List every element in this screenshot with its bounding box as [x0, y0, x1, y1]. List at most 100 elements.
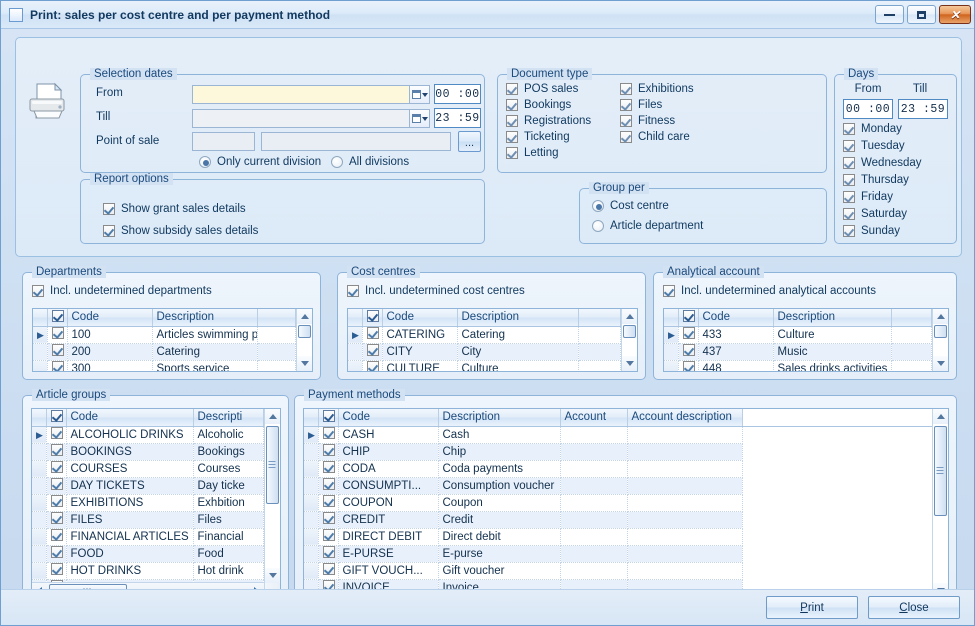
column-header-account-description[interactable]: Account description — [627, 409, 742, 426]
row-checkbox[interactable] — [46, 460, 66, 477]
table-row[interactable]: FINANCIAL ARTICLESFinancial — [32, 528, 264, 545]
table-row[interactable]: EXHIBITIONSExhbition — [32, 494, 264, 511]
point-of-sale-browse-button[interactable]: ... — [458, 131, 481, 152]
payment-methods-vertical-scrollbar[interactable] — [932, 409, 948, 598]
row-checkbox[interactable] — [318, 511, 338, 528]
scroll-thumb[interactable] — [298, 325, 311, 338]
analytical-account-vertical-scrollbar[interactable] — [932, 309, 948, 371]
scroll-track[interactable] — [933, 324, 949, 356]
checkbox-wednesday[interactable]: Wednesday — [843, 157, 922, 169]
scroll-thumb[interactable] — [934, 325, 947, 338]
row-checkbox[interactable] — [318, 460, 338, 477]
scroll-down-button[interactable] — [265, 568, 281, 583]
table-row[interactable]: ▶ CATERING Catering — [348, 326, 621, 343]
close-window-button[interactable]: ✕ — [939, 5, 971, 24]
days-from-time-field[interactable]: 00 :00 — [843, 99, 893, 119]
row-checkbox[interactable] — [678, 343, 698, 360]
row-checkbox[interactable] — [362, 326, 382, 343]
checkbox-tuesday[interactable]: Tuesday — [843, 140, 922, 152]
checkbox-show-grant-sales-details[interactable]: Show grant sales details — [103, 203, 246, 215]
table-row[interactable]: ▶ 100 Articles swimming pool — [33, 326, 296, 343]
row-checkbox[interactable] — [318, 562, 338, 579]
checkbox-thursday[interactable]: Thursday — [843, 174, 922, 186]
checkbox-child-care[interactable]: Child care — [620, 131, 694, 143]
close-button[interactable]: Close — [868, 596, 960, 619]
scroll-track[interactable] — [622, 324, 638, 356]
checkbox-registrations[interactable]: Registrations — [506, 115, 591, 127]
column-header-description[interactable]: Description — [438, 409, 560, 426]
print-button[interactable]: Print — [766, 596, 858, 619]
till-date-picker-button[interactable] — [410, 109, 430, 128]
checkbox-fitness[interactable]: Fitness — [620, 115, 694, 127]
row-checkbox[interactable] — [46, 443, 66, 460]
row-checkbox[interactable] — [46, 562, 66, 579]
row-checkbox[interactable] — [47, 326, 67, 343]
table-row[interactable]: CULTURE Culture — [348, 360, 621, 371]
scroll-up-button[interactable] — [622, 309, 638, 324]
scroll-down-button[interactable] — [933, 356, 949, 371]
select-all-header[interactable] — [46, 409, 66, 426]
point-of-sale-code-input[interactable] — [192, 132, 255, 151]
table-row[interactable]: 448 Sales drinks activities — [664, 360, 932, 371]
table-row[interactable]: 200 Catering — [33, 343, 296, 360]
scroll-down-button[interactable] — [622, 356, 638, 371]
select-all-header[interactable] — [362, 309, 382, 326]
scroll-track[interactable] — [297, 324, 313, 356]
table-row[interactable]: ▶ 433 Culture — [664, 326, 932, 343]
table-row[interactable]: CODACoda payments — [304, 460, 932, 477]
row-checkbox[interactable] — [678, 326, 698, 343]
checkbox-incl-undetermined-departments[interactable]: Incl. undetermined departments — [32, 285, 212, 297]
till-date-input[interactable] — [192, 109, 410, 128]
point-of-sale-name-input[interactable] — [261, 132, 451, 151]
row-checkbox[interactable] — [47, 360, 67, 371]
checkbox-sunday[interactable]: Sunday — [843, 225, 922, 237]
row-checkbox[interactable] — [46, 528, 66, 545]
row-checkbox[interactable] — [318, 494, 338, 511]
checkbox-incl-undetermined-analytical-accounts[interactable]: Incl. undetermined analytical accounts — [663, 285, 876, 297]
scroll-track[interactable] — [265, 424, 281, 568]
row-checkbox[interactable] — [318, 545, 338, 562]
row-checkbox[interactable] — [318, 443, 338, 460]
scroll-up-button[interactable] — [933, 409, 949, 424]
column-header-code[interactable]: Code — [698, 309, 773, 326]
cost-centres-grid[interactable]: Code Description ▶ CATERING Catering — [347, 308, 638, 372]
checkbox-letting[interactable]: Letting — [506, 147, 591, 159]
checkbox-bookings[interactable]: Bookings — [506, 99, 591, 111]
cost-centres-vertical-scrollbar[interactable] — [621, 309, 637, 371]
scroll-up-button[interactable] — [933, 309, 949, 324]
radio-all-divisions[interactable]: All divisions — [331, 156, 409, 168]
column-header-code[interactable]: Code — [382, 309, 457, 326]
radio-article-department[interactable]: Article department — [592, 220, 703, 232]
till-time-field[interactable]: 23 :59 — [434, 108, 481, 128]
checkbox-monday[interactable]: Monday — [843, 123, 922, 135]
column-header-code[interactable]: Code — [338, 409, 438, 426]
table-row[interactable]: CONSUMPTI...Consumption voucher — [304, 477, 932, 494]
table-row[interactable]: CREDITCredit — [304, 511, 932, 528]
row-checkbox[interactable] — [46, 511, 66, 528]
table-row[interactable]: FOODFood — [32, 545, 264, 562]
column-header-code[interactable]: Code — [67, 309, 152, 326]
from-date-input[interactable] — [192, 85, 410, 104]
days-till-time-field[interactable]: 23 :59 — [898, 99, 948, 119]
checkbox-show-subsidy-sales-details[interactable]: Show subsidy sales details — [103, 225, 258, 237]
checkbox-pos-sales[interactable]: POS sales — [506, 83, 591, 95]
departments-grid[interactable]: Code Description ▶ 100 Articles swimming… — [32, 308, 313, 372]
checkbox-files[interactable]: Files — [620, 99, 694, 111]
row-checkbox[interactable] — [362, 343, 382, 360]
radio-only-current-division[interactable]: Only current division — [199, 156, 321, 168]
row-checkbox[interactable] — [318, 426, 338, 443]
checkbox-saturday[interactable]: Saturday — [843, 208, 922, 220]
table-row[interactable]: E-PURSEE-purse — [304, 545, 932, 562]
article-groups-grid[interactable]: Code Descripti ▶ALCOHOLIC DRINKSAlcoholi… — [31, 408, 281, 599]
table-row[interactable]: BOOKINGSBookings — [32, 443, 264, 460]
scroll-thumb[interactable] — [934, 426, 947, 516]
table-row[interactable]: DAY TICKETSDay ticke — [32, 477, 264, 494]
select-all-header[interactable] — [678, 309, 698, 326]
select-all-header[interactable] — [47, 309, 67, 326]
table-row[interactable]: COUPONCoupon — [304, 494, 932, 511]
column-header-description[interactable]: Descripti — [193, 409, 264, 426]
scroll-thumb[interactable] — [623, 325, 636, 338]
table-row[interactable]: COURSESCourses — [32, 460, 264, 477]
minimize-button[interactable] — [875, 5, 904, 24]
table-row[interactable]: DIRECT DEBITDirect debit — [304, 528, 932, 545]
